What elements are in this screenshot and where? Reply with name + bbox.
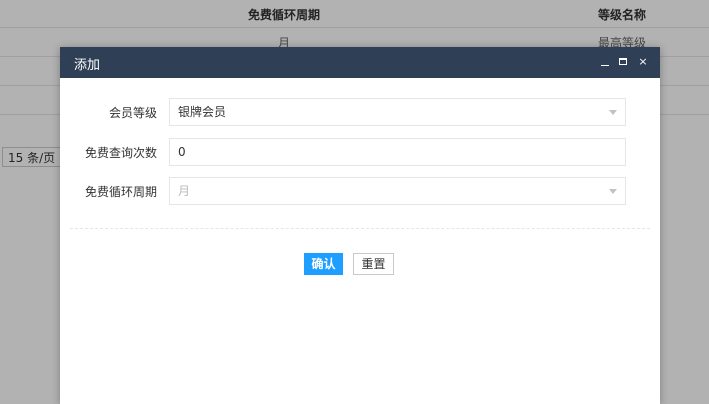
dialog-title: 添加 [74, 58, 101, 73]
chevron-down-icon [609, 110, 617, 115]
dialog-title-bar[interactable]: 添加 × [60, 47, 660, 78]
reset-button[interactable]: 重置 [353, 253, 394, 275]
minimize-icon[interactable] [599, 55, 611, 69]
free-cycle-label: 免费循环周期 [84, 185, 157, 199]
form-row-member-level: 会员等级 银牌会员 [60, 98, 660, 126]
free-cycle-select: 月 [169, 177, 626, 205]
free-queries-label: 免费查询次数 [84, 146, 157, 160]
member-level-select[interactable]: 银牌会员 [169, 98, 626, 126]
member-level-label: 会员等级 [108, 106, 157, 120]
free-queries-value: 0 [178, 145, 186, 159]
member-level-value: 银牌会员 [178, 105, 227, 119]
form-divider [70, 228, 650, 229]
confirm-button[interactable]: 确认 [304, 253, 343, 275]
free-cycle-value: 月 [178, 184, 191, 198]
maximize-icon[interactable] [618, 55, 630, 69]
add-dialog: 添加 × 会员等级 银牌会员 免费查询次数 0 免费循环周期 月 确认 重置 [60, 47, 660, 404]
close-icon[interactable]: × [637, 55, 649, 69]
chevron-down-icon [609, 189, 617, 194]
form-row-free-cycle: 免费循环周期 月 [60, 177, 660, 205]
form-row-free-queries: 免费查询次数 0 [60, 138, 660, 166]
free-queries-input[interactable]: 0 [169, 138, 626, 166]
